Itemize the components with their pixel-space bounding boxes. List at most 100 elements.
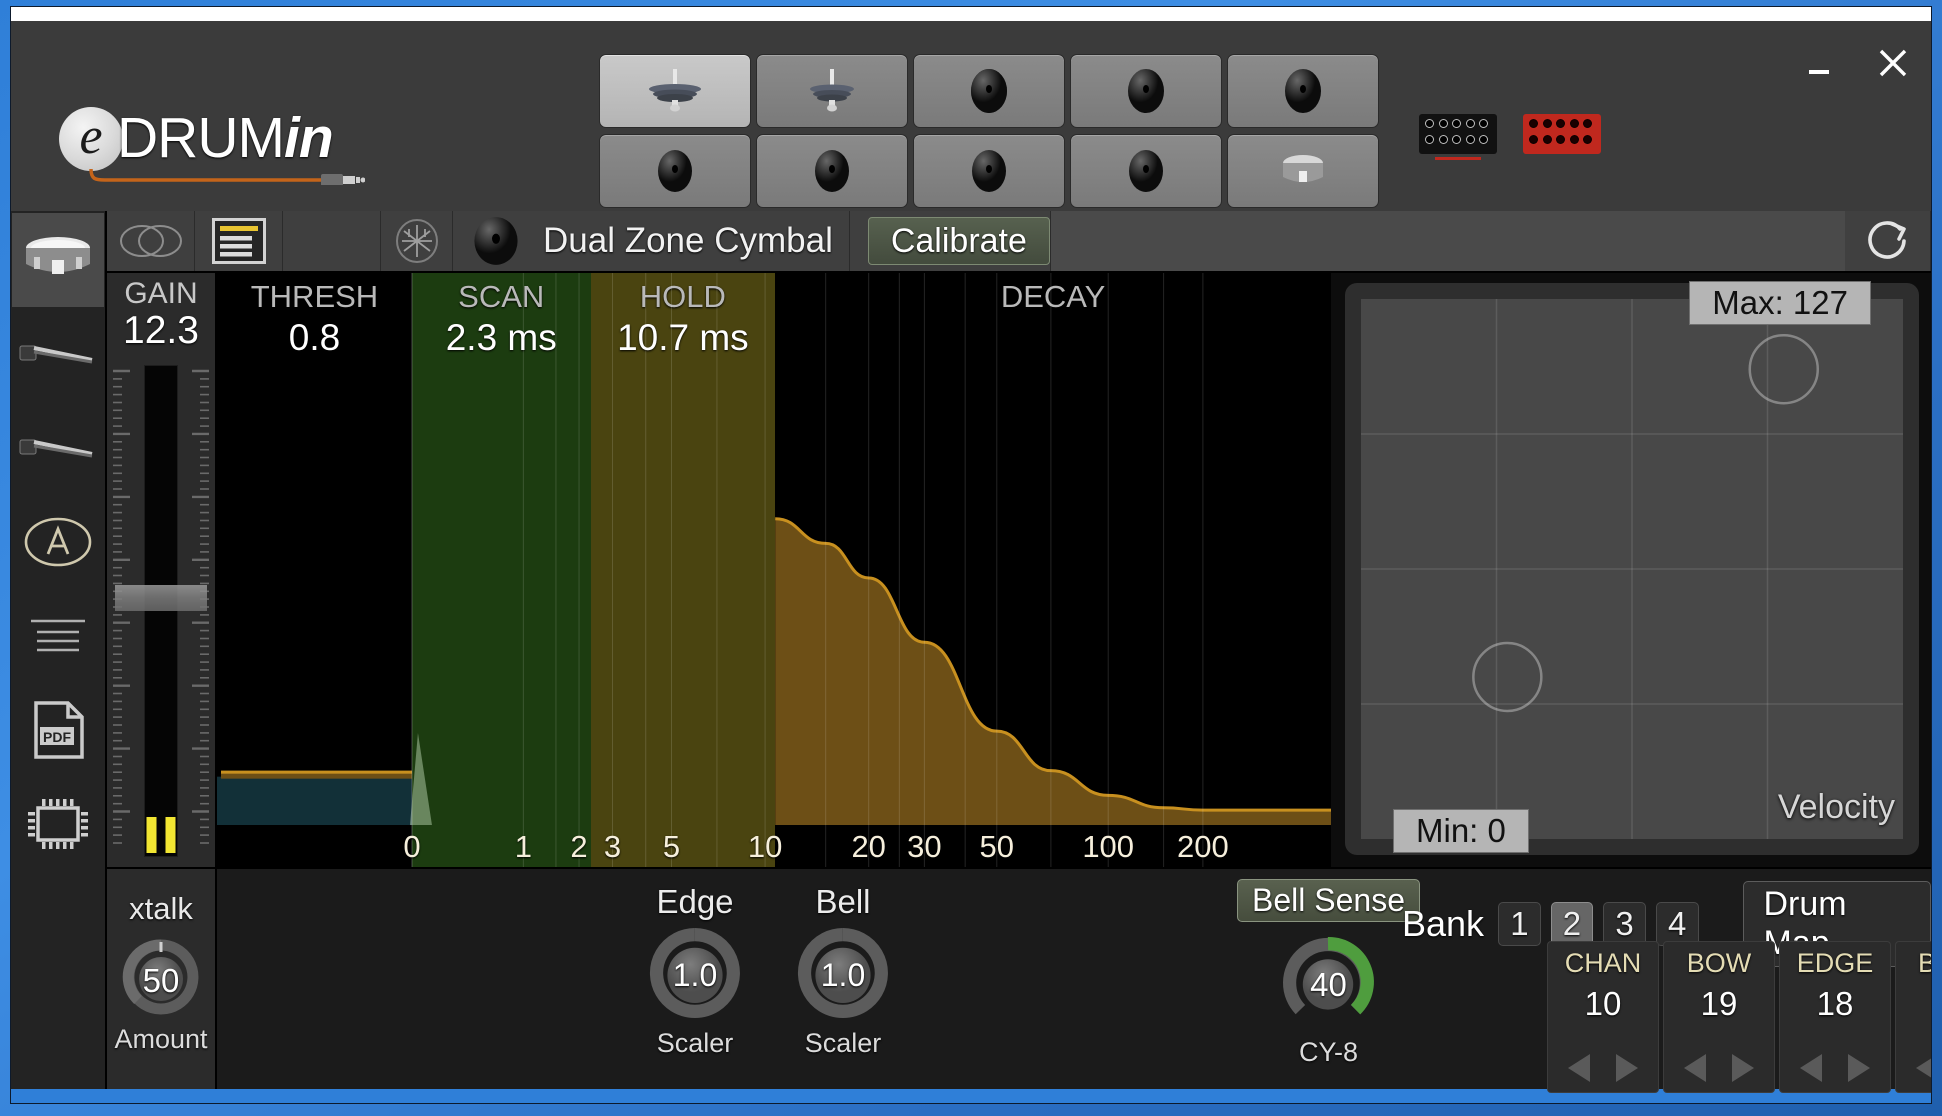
- bell-scaler-knob[interactable]: 1.0: [795, 925, 891, 1026]
- bank-button-3[interactable]: 3: [1603, 902, 1646, 946]
- app-header: e DRUMin: [11, 21, 1931, 211]
- midi-chan-arrows[interactable]: [1560, 1050, 1646, 1086]
- edge-scaler-block[interactable]: Edge 1.0 Scaler: [647, 883, 743, 1059]
- toolbar-link-pads-button[interactable]: [107, 211, 195, 271]
- velocity-curve-svg: [1361, 299, 1903, 839]
- tuning-fork-icon: [395, 219, 438, 263]
- xtalk-knob[interactable]: 50: [121, 937, 201, 1022]
- midi-col-bell[interactable]: BELL 20: [1895, 941, 1932, 1093]
- sidebar-item-auto[interactable]: [12, 495, 104, 589]
- sidebar-item-firmware[interactable]: [12, 777, 104, 871]
- chevron-right-icon[interactable]: [1722, 1050, 1762, 1086]
- chevron-left-icon[interactable]: [1908, 1050, 1932, 1086]
- velocity-curve-panel[interactable]: Max: 127 Min: 0 Velocity: [1331, 273, 1931, 867]
- snare-icon: [1283, 155, 1323, 182]
- current-pad-display[interactable]: Dual Zone Cymbal: [453, 211, 850, 271]
- bell-sense-button[interactable]: Bell Sense: [1237, 879, 1420, 922]
- midi-edge-arrows[interactable]: [1792, 1050, 1878, 1086]
- velocity-max-tag[interactable]: Max: 127: [1689, 281, 1871, 325]
- bell-scaler-label: Scaler: [804, 1028, 882, 1058]
- velocity-min-tag[interactable]: Min: 0: [1393, 809, 1529, 853]
- midi-col-bow[interactable]: BOW 19: [1663, 941, 1775, 1093]
- pad-button-6[interactable]: [599, 134, 751, 208]
- cymbal-icon: [971, 69, 1007, 113]
- toolbar-preset-list-button[interactable]: [195, 211, 283, 271]
- pad-button-3[interactable]: [913, 54, 1065, 128]
- pad-button-1[interactable]: [599, 54, 751, 128]
- bank-button-1[interactable]: 1: [1498, 902, 1541, 946]
- pad-button-9[interactable]: [1070, 134, 1222, 208]
- envelope-graph[interactable]: THRESH 0.8 SCAN 2.3 ms HOLD 10.7 ms DECA…: [217, 273, 1331, 867]
- midi-bell-arrows[interactable]: [1908, 1050, 1932, 1086]
- edge-scaler-head: Edge: [656, 883, 734, 920]
- pedal-icon: [19, 439, 93, 458]
- bell-scaler-block[interactable]: Bell 1.0 Scaler: [795, 883, 891, 1059]
- midi-col-edge[interactable]: EDGE 18: [1779, 941, 1891, 1093]
- left-sidebar[interactable]: PDF: [11, 211, 107, 1089]
- graph-row: GAIN 12.3 THRESH 0.8 SCAN 2.3 ms HOLD 10…: [107, 273, 1931, 867]
- sidebar-item-pedal-1[interactable]: [12, 307, 104, 401]
- midi-bow-arrows[interactable]: [1676, 1050, 1762, 1086]
- app-logo: e DRUMin: [59, 99, 389, 189]
- pad-button-4[interactable]: [1070, 54, 1222, 128]
- chevron-left-icon[interactable]: [1560, 1050, 1600, 1086]
- pad-selector-grid[interactable]: [599, 54, 1379, 208]
- midi-chan-name: CHAN: [1564, 948, 1642, 978]
- minimize-button[interactable]: [1799, 43, 1839, 83]
- midi-assign-row[interactable]: CHAN 10 BOW 19 EDGE 18: [1547, 941, 1932, 1093]
- snare-drum-icon: [26, 237, 90, 274]
- edrumin-app-window: e DRUMin PDF Dual Zone Cymbal Calibrate …: [10, 6, 1932, 1104]
- sidebar-item-pedal-2[interactable]: [12, 401, 104, 495]
- list-icon: [211, 218, 266, 264]
- midi-edge-name: EDGE: [1796, 948, 1874, 978]
- sidebar-item-pdf[interactable]: PDF: [12, 683, 104, 777]
- pad-button-2[interactable]: [756, 54, 908, 128]
- sidebar-item-pads[interactable]: [12, 213, 104, 307]
- velocity-title: Velocity: [1777, 788, 1895, 826]
- xtalk-column[interactable]: xtalk 50 Amount: [107, 869, 217, 1089]
- pad-button-5[interactable]: [1227, 54, 1379, 128]
- bell-sense-knob[interactable]: 40: [1280, 934, 1376, 1035]
- bank-button-4[interactable]: 4: [1655, 902, 1699, 946]
- lines-icon: [31, 619, 85, 652]
- edge-scaler-knob[interactable]: 1.0: [647, 925, 743, 1026]
- minimize-icon: [1809, 70, 1829, 74]
- toolbar-sensor-button[interactable]: [381, 211, 453, 271]
- pad-name-label: Dual Zone Cymbal: [543, 221, 833, 260]
- pedal-icon: [19, 345, 93, 364]
- xtalk-title: xtalk: [129, 891, 193, 926]
- gain-label: GAIN: [124, 277, 198, 310]
- xtalk-knob-wrap[interactable]: 50 Amount: [114, 937, 208, 1055]
- window-controls[interactable]: [1799, 43, 1913, 83]
- fader-thumb[interactable]: [115, 584, 207, 611]
- chevron-left-icon[interactable]: [1792, 1050, 1832, 1086]
- chip-icon: [28, 799, 88, 849]
- xtalk-value: 50: [142, 961, 180, 999]
- envelope-plot: [217, 517, 1331, 825]
- bottom-main: Edge 1.0 Scaler Bell 1.0 Scaler Bell Sen…: [217, 869, 1931, 1093]
- pad-toolbar[interactable]: Dual Zone Cymbal Calibrate: [107, 211, 1931, 273]
- chevron-right-icon[interactable]: [1838, 1050, 1878, 1086]
- gain-fader[interactable]: [111, 359, 211, 861]
- calibrate-button[interactable]: Calibrate: [867, 217, 1050, 265]
- midi-col-chan[interactable]: CHAN 10: [1547, 941, 1659, 1093]
- chevron-right-icon[interactable]: [1606, 1050, 1646, 1086]
- bank-button-2[interactable]: 2: [1550, 902, 1594, 946]
- velocity-plot[interactable]: [1361, 299, 1903, 839]
- midi-chan-value: 10: [1584, 985, 1622, 1022]
- bell-scaler-head: Bell: [815, 883, 871, 920]
- sidebar-item-settings-list[interactable]: [12, 589, 104, 683]
- gain-fader-column[interactable]: GAIN 12.3: [107, 273, 217, 867]
- midi-edge-value: 18: [1816, 985, 1854, 1022]
- chevron-left-icon[interactable]: [1676, 1050, 1716, 1086]
- title-strip: [11, 7, 1931, 21]
- close-button[interactable]: [1873, 43, 1913, 83]
- refresh-button[interactable]: [1845, 211, 1931, 271]
- pad-button-8[interactable]: [913, 134, 1065, 208]
- edge-scaler-value: 1.0: [672, 957, 718, 993]
- overlapping-circles-icon: [119, 225, 182, 257]
- pad-button-7[interactable]: [756, 134, 908, 208]
- pad-button-10[interactable]: [1227, 134, 1379, 208]
- bell-sense-block[interactable]: Bell Sense 40 CY-8: [1237, 879, 1420, 1068]
- bank-label: Bank: [1402, 903, 1485, 944]
